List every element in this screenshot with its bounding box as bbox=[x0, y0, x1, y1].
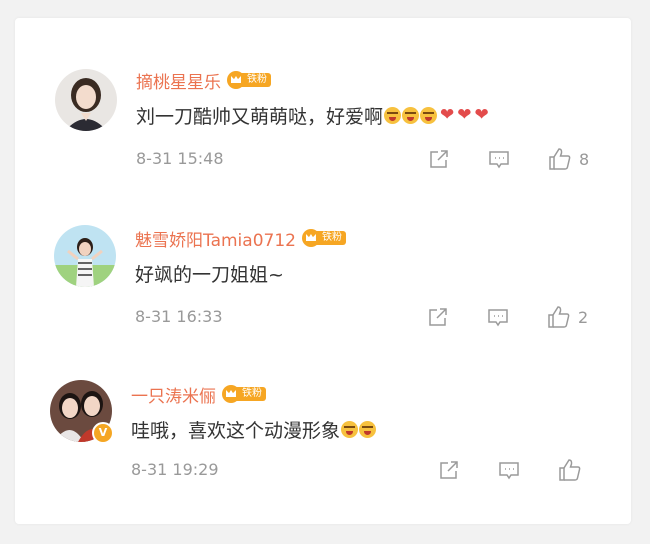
comment-text: 好飒的一刀姐姐~ bbox=[135, 264, 284, 286]
timestamp: 8-31 16:33 bbox=[135, 307, 223, 326]
share-button[interactable] bbox=[427, 146, 451, 172]
like-count: 2 bbox=[578, 307, 589, 327]
comment-icon bbox=[489, 151, 509, 169]
fan-badge[interactable]: 铁粉 bbox=[227, 71, 271, 89]
comment-icon bbox=[499, 462, 519, 480]
share-icon bbox=[429, 308, 447, 326]
heart-icon: ❤ bbox=[474, 105, 489, 125]
share-icon bbox=[440, 461, 458, 479]
thumbs-up-icon bbox=[559, 459, 581, 481]
crown-icon bbox=[301, 229, 320, 247]
laughing-crying-emoji-icon bbox=[420, 107, 438, 124]
thumbs-up-icon bbox=[548, 306, 570, 328]
laughing-crying-emoji-icon bbox=[341, 421, 359, 438]
fan-badge-label: 铁粉 bbox=[315, 231, 346, 245]
share-button[interactable] bbox=[426, 304, 450, 330]
heart-icon: ❤ bbox=[457, 105, 472, 125]
like-count: 8 bbox=[579, 149, 590, 169]
comment-icon bbox=[488, 309, 508, 327]
share-button[interactable] bbox=[437, 457, 461, 483]
like-button[interactable]: 8 bbox=[547, 146, 589, 172]
reply-button[interactable] bbox=[497, 457, 521, 483]
comment-actions: 2 bbox=[426, 304, 606, 330]
fan-badge-label: 铁粉 bbox=[236, 387, 266, 401]
comment-text: 哇哦，喜欢这个动漫形象 bbox=[131, 420, 341, 442]
fan-badge[interactable]: 铁粉 bbox=[222, 385, 266, 403]
avatar[interactable] bbox=[54, 225, 116, 287]
verified-badge: V bbox=[92, 422, 114, 444]
crown-icon bbox=[227, 71, 245, 89]
laughing-crying-emoji-icon bbox=[359, 421, 377, 438]
avatar[interactable] bbox=[55, 69, 117, 131]
comment-text-row: 刘一刀酷帅又萌萌哒，好爱啊 ❤ ❤ ❤ bbox=[136, 102, 489, 129]
username[interactable]: 一只涛米俪 bbox=[131, 382, 216, 407]
thumbs-up-icon bbox=[549, 148, 571, 170]
reply-button[interactable] bbox=[487, 146, 511, 172]
share-icon bbox=[430, 150, 448, 168]
timestamp: 8-31 15:48 bbox=[136, 149, 224, 168]
timestamp: 8-31 19:29 bbox=[131, 460, 219, 479]
reply-button[interactable] bbox=[486, 304, 510, 330]
comment-text: 刘一刀酷帅又萌萌哒，好爱啊 bbox=[136, 106, 384, 128]
comment-list: 摘桃星星乐 铁粉 刘一刀酷帅又萌萌哒，好爱啊 ❤ ❤ ❤ 8-31 15:48 bbox=[15, 18, 631, 524]
fan-badge-label: 铁粉 bbox=[241, 73, 271, 87]
comment-actions bbox=[437, 457, 617, 483]
comment-text-row: 好飒的一刀姐姐~ bbox=[135, 260, 284, 287]
laughing-crying-emoji-icon bbox=[402, 107, 420, 124]
username[interactable]: 摘桃星星乐 bbox=[136, 68, 221, 93]
laughing-crying-emoji-icon bbox=[384, 107, 402, 124]
fan-badge[interactable]: 铁粉 bbox=[301, 229, 346, 247]
username[interactable]: 魅雪娇阳Tamia0712 bbox=[135, 226, 296, 251]
like-button[interactable] bbox=[557, 457, 589, 483]
crown-icon bbox=[222, 385, 240, 403]
like-button[interactable]: 2 bbox=[546, 304, 588, 330]
heart-icon: ❤ bbox=[440, 105, 455, 125]
comment-text-row: 哇哦，喜欢这个动漫形象 bbox=[131, 416, 377, 443]
comment-actions: 8 bbox=[427, 146, 607, 172]
